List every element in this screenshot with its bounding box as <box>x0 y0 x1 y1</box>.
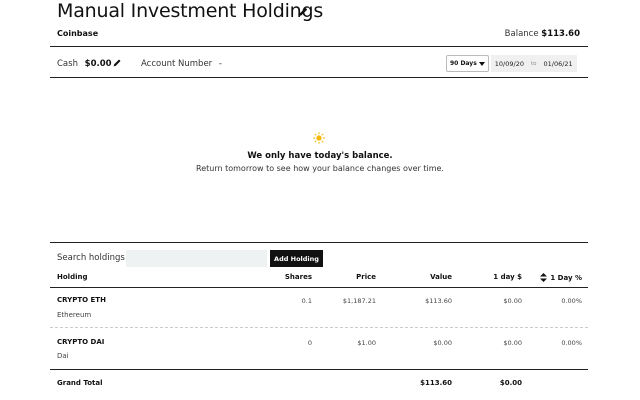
balance-value: $113.60 <box>541 29 580 39</box>
holding-1day-dollar: $0.00 <box>503 297 522 305</box>
column-header-price[interactable]: Price <box>326 273 376 281</box>
grand-total-1day-dollar: $0.00 <box>499 379 522 387</box>
range-divider <box>50 77 588 78</box>
holding-1day-pct: 0.00% <box>561 339 582 347</box>
cash-value: $0.00 <box>84 59 112 69</box>
column-header-holding[interactable]: Holding <box>57 273 87 281</box>
account-number-label: Account Number <box>141 59 213 69</box>
add-holding-button[interactable]: Add Holding <box>270 250 323 267</box>
empty-state-title: We only have today's balance. <box>247 151 393 161</box>
holding-1day-dollar: $0.00 <box>503 339 522 347</box>
header-divider <box>50 46 588 47</box>
account-number-value: - <box>218 59 222 69</box>
holding-1day-pct: 0.00% <box>561 297 582 305</box>
row-divider <box>50 327 588 328</box>
institution-name: Coinbase <box>57 29 99 38</box>
holding-name: Dai <box>57 352 69 360</box>
date-range-fields: 10/09/20 to 01/06/21 <box>490 55 577 72</box>
pencil-icon[interactable] <box>112 58 122 68</box>
end-date[interactable]: 01/06/21 <box>540 60 577 68</box>
search-input[interactable] <box>126 250 267 267</box>
total-divider <box>50 369 588 370</box>
grand-total-value: $113.60 <box>420 379 452 387</box>
column-header-1day-pct[interactable]: 1 Day % <box>528 273 582 282</box>
holding-value: $0.00 <box>433 339 452 347</box>
date-range-picker: 90 Days 10/09/20 to 01/06/21 <box>446 55 577 72</box>
range-selected: 90 Days <box>450 60 477 67</box>
search-label: Search holdings <box>57 253 125 263</box>
holding-shares: 0.1 <box>301 297 312 305</box>
pencil-icon[interactable] <box>297 6 309 18</box>
holding-name: Ethereum <box>57 311 92 319</box>
holding-price: $1.00 <box>357 339 376 347</box>
start-date[interactable]: 10/09/20 <box>491 60 528 68</box>
column-header-value[interactable]: Value <box>402 273 452 281</box>
account-number: Account Number - <box>141 59 222 69</box>
cash-label: Cash <box>57 59 78 69</box>
holding-shares: 0 <box>307 339 312 347</box>
column-header-1day-pct-label: 1 Day % <box>550 274 582 282</box>
table-header-divider <box>50 287 588 288</box>
column-header-1day-dollar[interactable]: 1 day $ <box>472 273 522 281</box>
sun-icon <box>313 132 325 144</box>
account-balance: Balance $113.60 <box>505 29 580 39</box>
cash-balance: Cash $0.00 <box>57 59 112 69</box>
balance-label: Balance <box>504 29 539 39</box>
empty-state-subtitle: Return tomorrow to see how your balance … <box>196 164 444 173</box>
caret-down-icon <box>478 61 485 66</box>
grand-total-label: Grand Total <box>57 379 103 387</box>
column-header-shares[interactable]: Shares <box>268 273 312 281</box>
page-title: Manual Investment Holdings <box>57 0 324 22</box>
holding-symbol[interactable]: CRYPTO DAI <box>57 338 104 346</box>
range-select[interactable]: 90 Days <box>446 55 489 72</box>
holding-value: $113.60 <box>425 297 452 305</box>
sort-icon <box>540 273 548 282</box>
holding-symbol[interactable]: CRYPTO ETH <box>57 296 106 304</box>
holding-price: $1,187.21 <box>342 297 376 305</box>
holdings-divider <box>50 242 588 243</box>
date-separator: to <box>530 60 537 67</box>
